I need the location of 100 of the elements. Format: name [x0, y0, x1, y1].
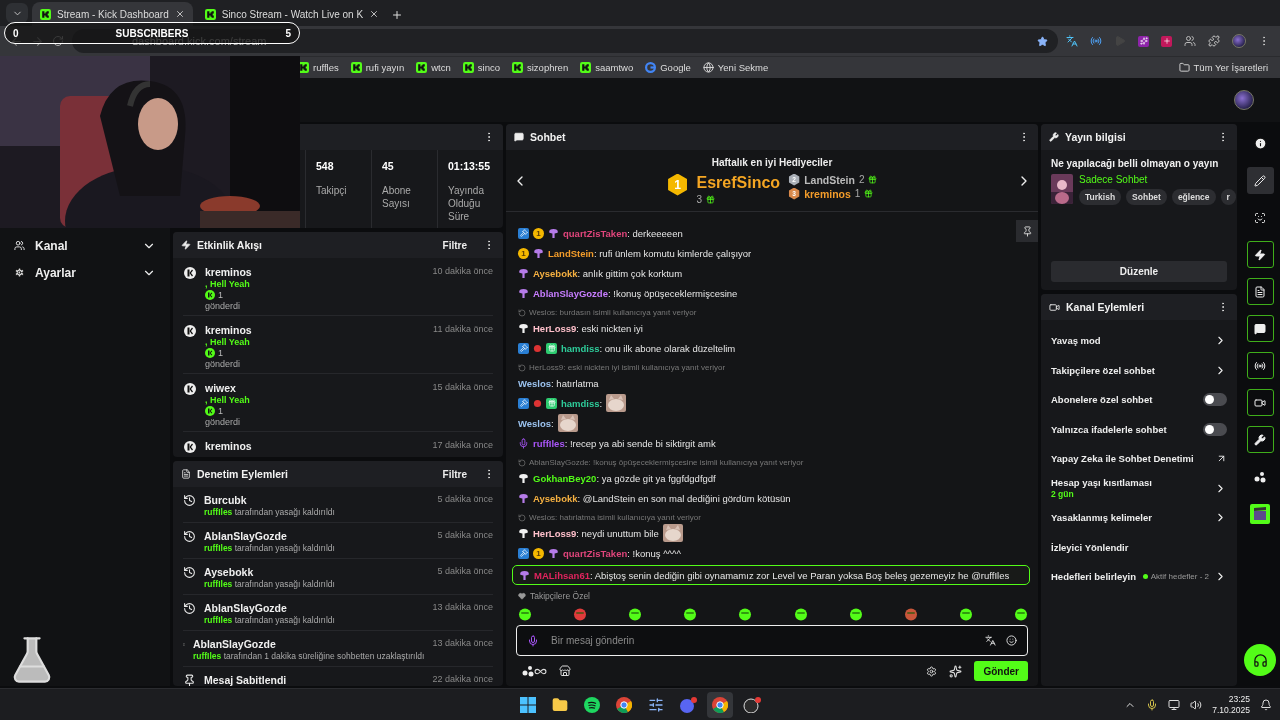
gifter-badge: 1 [518, 247, 529, 259]
bookmark-link[interactable]: sizophren [512, 62, 569, 73]
subscriber-badge-icon [519, 569, 530, 581]
subscriber-badge-icon [533, 247, 544, 259]
bookmark-link[interactable]: rufi yayın [350, 62, 405, 73]
category-link[interactable]: Sadece Sohbet [1079, 174, 1236, 185]
kick-logo-icon [40, 8, 51, 20]
moderator-badge-icon [518, 547, 529, 559]
reward-name: , Hell Yeah [205, 395, 251, 405]
new-tab-button[interactable] [391, 9, 404, 21]
message-composer[interactable]: Bir mesaj gönderin [516, 625, 1028, 656]
kick-coin-icon [183, 382, 197, 396]
history-icon [183, 566, 196, 579]
emote-icon [683, 607, 698, 621]
notification-icon [1260, 698, 1272, 711]
filter-button[interactable]: Filtre [442, 239, 477, 251]
subscriber-badge-icon [518, 267, 529, 279]
reply-icon [518, 363, 526, 372]
bookmark-link[interactable]: Yeni Sekme [702, 62, 769, 73]
rail-button[interactable] [1246, 167, 1274, 194]
channel-action[interactable]: Abonelere özel sohbet [1041, 385, 1237, 415]
rail-button[interactable] [1246, 352, 1274, 379]
action-detail: 2 gün [1051, 489, 1075, 500]
username: Mesaj Sabitlendi [204, 674, 288, 686]
user-avatar[interactable] [1234, 90, 1254, 110]
settings-button[interactable] [926, 665, 938, 677]
rail-button[interactable] [1246, 315, 1274, 342]
kick-logo-icon [350, 62, 362, 73]
lightning-icon [181, 240, 191, 250]
subscriber-badge-icon [548, 227, 559, 239]
chat-message: HerLoss9: neydi unuttum bile [533, 527, 659, 539]
channel-action[interactable]: Yasaklanmış kelimeler [1041, 503, 1237, 533]
send-button[interactable]: Gönder [974, 661, 1028, 681]
gifter-name: EsrefSinco [696, 173, 781, 192]
username: kreminos [205, 324, 253, 336]
panel-title: Sohbet [530, 131, 567, 143]
message-input[interactable]: Bir mesaj gönderin [549, 634, 975, 647]
bookmark-link[interactable]: Google [645, 62, 691, 73]
chat-message: quartZisTaken: derkeeeeen [563, 227, 683, 239]
gifter-badge: 1 [533, 227, 544, 239]
reply-context: Weslos: burdasın isimli kullanıcıya yanıt veriyor [529, 308, 697, 317]
emote-icon [557, 414, 578, 432]
history-icon [183, 602, 196, 615]
extension-icon [1161, 35, 1172, 47]
microphone-icon [527, 634, 539, 647]
toggle-switch[interactable] [1203, 422, 1227, 436]
toggle-switch[interactable] [1203, 393, 1227, 407]
close-icon [174, 9, 185, 19]
support-button[interactable] [1244, 644, 1276, 676]
windows-start-icon [520, 696, 536, 713]
action-label: Hesap yaşı kısıtlaması [1051, 477, 1153, 489]
rail-button[interactable] [1246, 389, 1274, 416]
channel-action[interactable]: İzleyici Yönlendir [1041, 532, 1237, 562]
clapperboard-icon [1250, 503, 1270, 524]
camera-icon [1049, 301, 1060, 313]
taskbar-app[interactable] [707, 691, 733, 718]
filter-button[interactable]: Filtre [442, 468, 477, 480]
tab-list-button[interactable] [6, 3, 28, 23]
event-time: 17 dakika önce [432, 440, 493, 452]
channel-action[interactable]: Yalnızca ifadelerle sohbet [1041, 414, 1237, 444]
channel-action[interactable]: Takipçilere özel sohbet [1041, 355, 1237, 385]
folder-icon [1178, 62, 1190, 73]
chat-message: AblanSlayGozde: !konuş öpüşeceklermişcesine [533, 287, 738, 299]
action-time: 13 dakika önce [432, 638, 493, 648]
stat-label: Yayında Olduğu Süre [448, 184, 485, 223]
channel-action[interactable]: Hedefleri belirleyin Aktif hedefler - 2 [1041, 562, 1237, 592]
rail-button[interactable] [1246, 241, 1274, 268]
dots-icon [522, 665, 534, 677]
username: Burcubk [204, 494, 248, 506]
all-bookmarks-link[interactable]: Tüm Yer İşaretleri [1178, 62, 1268, 73]
points-button[interactable] [522, 664, 547, 678]
gift-icon [868, 175, 878, 184]
pin-icon [183, 674, 196, 686]
pin-icon [1021, 225, 1033, 237]
channel-action[interactable]: Yapay Zeka ile Sohbet Denetimi [1041, 444, 1237, 474]
pin-button[interactable] [1016, 220, 1038, 242]
action-label: İzleyici Yönlendir [1051, 541, 1130, 553]
channel-action[interactable]: Hesap yaşı kısıtlaması 2 gün [1041, 473, 1237, 503]
stream-title: Ne yapılacağı belli olmayan o yayın [1051, 158, 1220, 169]
gift-badge-icon [546, 342, 557, 354]
effects-button[interactable] [949, 664, 963, 678]
moderator-badge-icon [518, 227, 529, 239]
store-button[interactable] [559, 665, 571, 677]
bookmark-link[interactable]: sinco [462, 62, 500, 73]
bookmark-link[interactable]: wtcn [416, 62, 451, 73]
chat-message: MALihsan61: Abiştoş senin dediğin gibi oynamamız zor Level ve Paran yoksa Boş beleş gezemeyiz he @ruffIles [534, 569, 1010, 581]
username: AblanSlayGozde [204, 530, 288, 542]
kick-logo-icon [416, 62, 428, 73]
edit-button[interactable]: Düzenle [1051, 261, 1227, 282]
channel-action[interactable]: Yavaş mod [1041, 326, 1237, 356]
sparkles-icon [949, 664, 963, 678]
rail-button[interactable] [1246, 426, 1274, 453]
rail-button[interactable] [1246, 278, 1274, 305]
google-icon [645, 62, 657, 73]
gift-badge-icon [546, 397, 557, 409]
chat-message: LandStein: rufi ünlem komutu kimlerde çalışıyor [548, 247, 752, 259]
bookmark-link[interactable]: saamtwo [580, 62, 634, 73]
sidebar-item[interactable]: Kanal [10, 236, 160, 255]
reward-name: , Hell Yeah [205, 279, 251, 289]
sidebar-item[interactable]: Ayarlar [10, 263, 160, 282]
